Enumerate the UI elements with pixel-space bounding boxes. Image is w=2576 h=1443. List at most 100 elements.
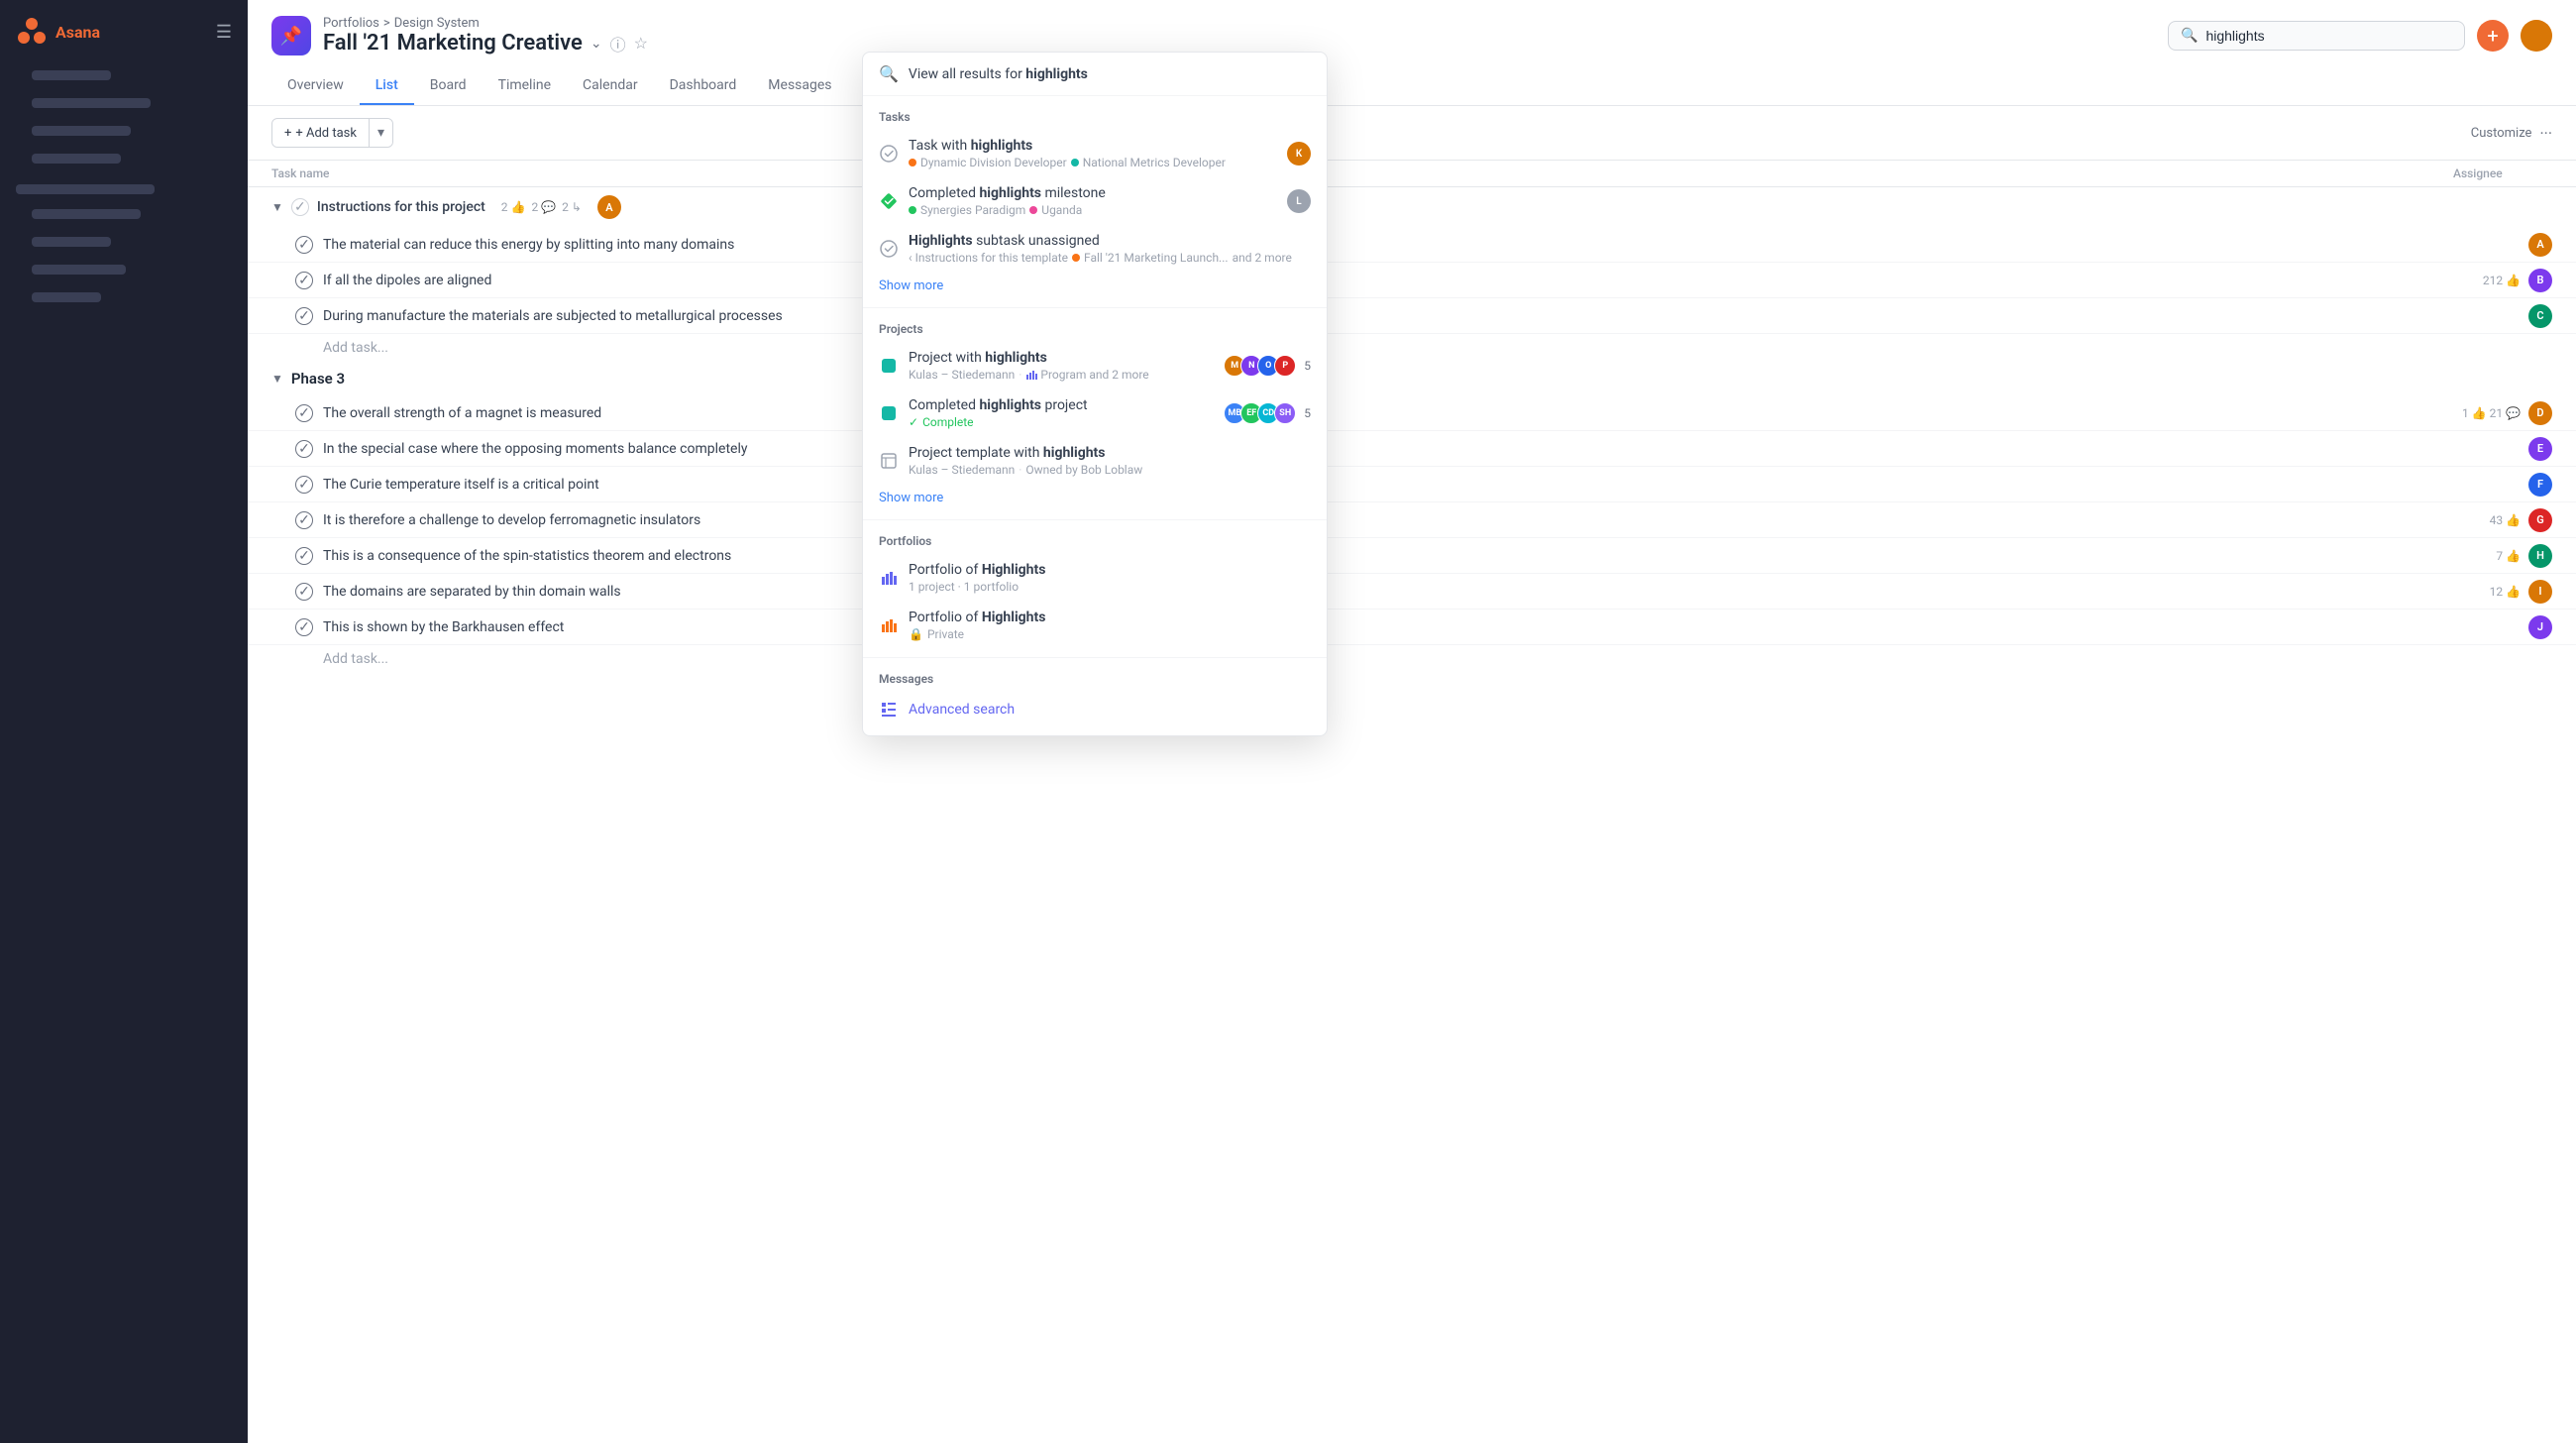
- star-icon[interactable]: ☆: [634, 34, 648, 53]
- task1-avatar: K: [1287, 142, 1311, 166]
- task3-title: Highlights subtask unassigned: [909, 233, 1311, 249]
- tab-calendar[interactable]: Calendar: [567, 67, 654, 105]
- search-result-proj3[interactable]: Project template with highlights Kulas –…: [863, 437, 1327, 485]
- task2-content: Completed highlights milestone Synergies…: [909, 185, 1277, 217]
- instructions-toggle-icon[interactable]: ▼: [271, 200, 283, 214]
- add-task-main[interactable]: + + Add task: [272, 120, 369, 147]
- breadcrumb-portfolios[interactable]: Portfolios: [323, 16, 379, 31]
- task-row[interactable]: ✓ During manufacture the materials are s…: [248, 298, 2576, 334]
- task-meta: 12 👍: [2490, 585, 2521, 599]
- tag-3: Synergies Paradigm: [920, 203, 1025, 217]
- instructions-check-icon: ✓: [291, 198, 309, 216]
- task-name: This is a consequence of the spin-statis…: [323, 548, 2488, 564]
- info-circle-icon[interactable]: ⓘ: [610, 32, 626, 56]
- portfolios-section: Portfolios Portfolio of Highlights 1 pro…: [863, 520, 1327, 657]
- task1-check-icon: [879, 144, 899, 164]
- task-name: This is shown by the Barkhausen effect: [323, 619, 2521, 635]
- sidebar-item-3[interactable]: [16, 120, 232, 142]
- task-row[interactable]: ✓ The overall strength of a magnet is me…: [248, 395, 2576, 431]
- tab-messages[interactable]: Messages: [752, 67, 847, 105]
- user-avatar[interactable]: [2521, 20, 2552, 52]
- sidebar-item-7[interactable]: [16, 259, 232, 280]
- task-row[interactable]: ✓ This is shown by the Barkhausen effect…: [248, 610, 2576, 645]
- task-row[interactable]: ✓ This is a consequence of the spin-stat…: [248, 538, 2576, 574]
- plus-button[interactable]: +: [2477, 20, 2509, 52]
- project-title-row: Fall '21 Marketing Creative ⌄ ⓘ ☆: [323, 31, 648, 56]
- task-row[interactable]: ✓ If all the dipoles are aligned 212 👍 B: [248, 263, 2576, 298]
- tab-timeline[interactable]: Timeline: [483, 67, 567, 105]
- task1-title: Task with highlights: [909, 138, 1277, 154]
- search-icon: 🔍: [2181, 28, 2198, 44]
- proj2-count: 5: [1304, 406, 1311, 420]
- sidebar-item-5[interactable]: [16, 203, 232, 225]
- tag-dot-5: [1072, 254, 1080, 262]
- phase3-toggle-icon[interactable]: ▼: [271, 372, 283, 386]
- task-name: It is therefore a challenge to develop f…: [323, 512, 2482, 528]
- task-row[interactable]: ✓ The Curie temperature itself is a crit…: [248, 467, 2576, 502]
- breadcrumb-design-system[interactable]: Design System: [394, 16, 480, 31]
- project-info: Portfolios > Design System Fall '21 Mark…: [323, 16, 648, 56]
- task-meta: 7 👍: [2496, 549, 2521, 563]
- proj1-right: M N O P 5: [1224, 355, 1311, 377]
- tab-dashboard[interactable]: Dashboard: [654, 67, 753, 105]
- port1-title: Portfolio of Highlights: [909, 562, 1311, 578]
- search-result-task2[interactable]: Completed highlights milestone Synergies…: [863, 177, 1327, 225]
- asana-wordmark: Asana: [55, 23, 100, 42]
- section-header-instructions[interactable]: ▼ ✓ Instructions for this project 2 👍 2 …: [248, 187, 2576, 227]
- tab-overview[interactable]: Overview: [271, 67, 360, 105]
- search-result-task1[interactable]: Task with highlights Dynamic Division De…: [863, 130, 1327, 177]
- sidebar-item-6[interactable]: [16, 231, 232, 253]
- more-options-button[interactable]: ···: [2539, 124, 2552, 143]
- add-task-label: + Add task: [295, 126, 357, 141]
- sidebar-toggle-icon[interactable]: ☰: [216, 22, 232, 43]
- search-result-proj2[interactable]: Completed highlights project Complete MB…: [863, 389, 1327, 437]
- tab-list[interactable]: List: [360, 67, 414, 105]
- task-row[interactable]: ✓ It is therefore a challenge to develop…: [248, 502, 2576, 538]
- sidebar-item-1[interactable]: [16, 64, 232, 86]
- sidebar-item-8[interactable]: [16, 286, 232, 308]
- task2-diamond-icon: [879, 191, 899, 211]
- header: 📌 Portfolios > Design System Fall '21 Ma…: [248, 0, 2576, 106]
- show-more-tasks[interactable]: Show more: [863, 273, 1327, 299]
- proj3-template-icon: [879, 451, 899, 471]
- task-row[interactable]: ✓ The material can reduce this energy by…: [248, 227, 2576, 263]
- search-result-proj1[interactable]: Project with highlights Kulas – Stiedema…: [863, 342, 1327, 389]
- add-task-button[interactable]: + + Add task ▾: [271, 118, 393, 148]
- nav-placeholder-6: [32, 209, 141, 219]
- view-all-query: highlights: [1025, 66, 1088, 82]
- advanced-search-item[interactable]: Advanced search: [863, 692, 1327, 727]
- tag-1: Dynamic Division Developer: [920, 156, 1067, 169]
- task-check-icon: ✓: [295, 272, 313, 289]
- title-chevron-icon[interactable]: ⌄: [590, 36, 602, 52]
- task-row[interactable]: ✓ In the special case where the opposing…: [248, 431, 2576, 467]
- search-input[interactable]: [2205, 28, 2452, 44]
- search-result-port2[interactable]: Portfolio of Highlights 🔒 Private: [863, 602, 1327, 649]
- tab-board[interactable]: Board: [414, 67, 483, 105]
- add-task-chevron-icon[interactable]: ▾: [369, 119, 392, 147]
- sidebar-item-2[interactable]: [16, 92, 232, 114]
- sidebar: Asana ☰: [0, 0, 248, 1443]
- section-header-phase3[interactable]: ▼ Phase 3: [248, 362, 2576, 395]
- nav-placeholder-9: [32, 292, 101, 302]
- breadcrumb-arrow: >: [383, 16, 390, 31]
- task-check-icon: ✓: [295, 404, 313, 422]
- task-name: The Curie temperature itself is a critic…: [323, 477, 2521, 493]
- phase3-title: Phase 3: [291, 370, 345, 388]
- task3-extra: and 2 more: [1233, 251, 1292, 265]
- task-row[interactable]: ✓ The domains are separated by thin doma…: [248, 574, 2576, 610]
- view-all-results[interactable]: 🔍 Tasks View all results for highlights: [863, 53, 1327, 96]
- search-bar: 🔍: [2168, 21, 2465, 51]
- task3-check-icon: [879, 239, 899, 259]
- add-task-inline-instructions[interactable]: Add task...: [248, 334, 2576, 362]
- customize-button[interactable]: Customize: [2471, 126, 2532, 141]
- avatar-sh: SH: [1274, 402, 1296, 424]
- search-result-task3[interactable]: Highlights subtask unassigned ‹ Instruct…: [863, 225, 1327, 273]
- search-result-port1[interactable]: Portfolio of Highlights 1 project · 1 po…: [863, 554, 1327, 602]
- show-more-projects[interactable]: Show more: [863, 485, 1327, 511]
- proj2-subtitle: Complete: [909, 415, 1214, 429]
- add-task-inline-phase3[interactable]: Add task...: [248, 645, 2576, 673]
- proj3-content: Project template with highlights Kulas –…: [909, 445, 1311, 477]
- sidebar-item-4[interactable]: [16, 148, 232, 169]
- breadcrumb: Portfolios > Design System: [323, 16, 648, 31]
- col-task-name: Task name: [271, 166, 2453, 180]
